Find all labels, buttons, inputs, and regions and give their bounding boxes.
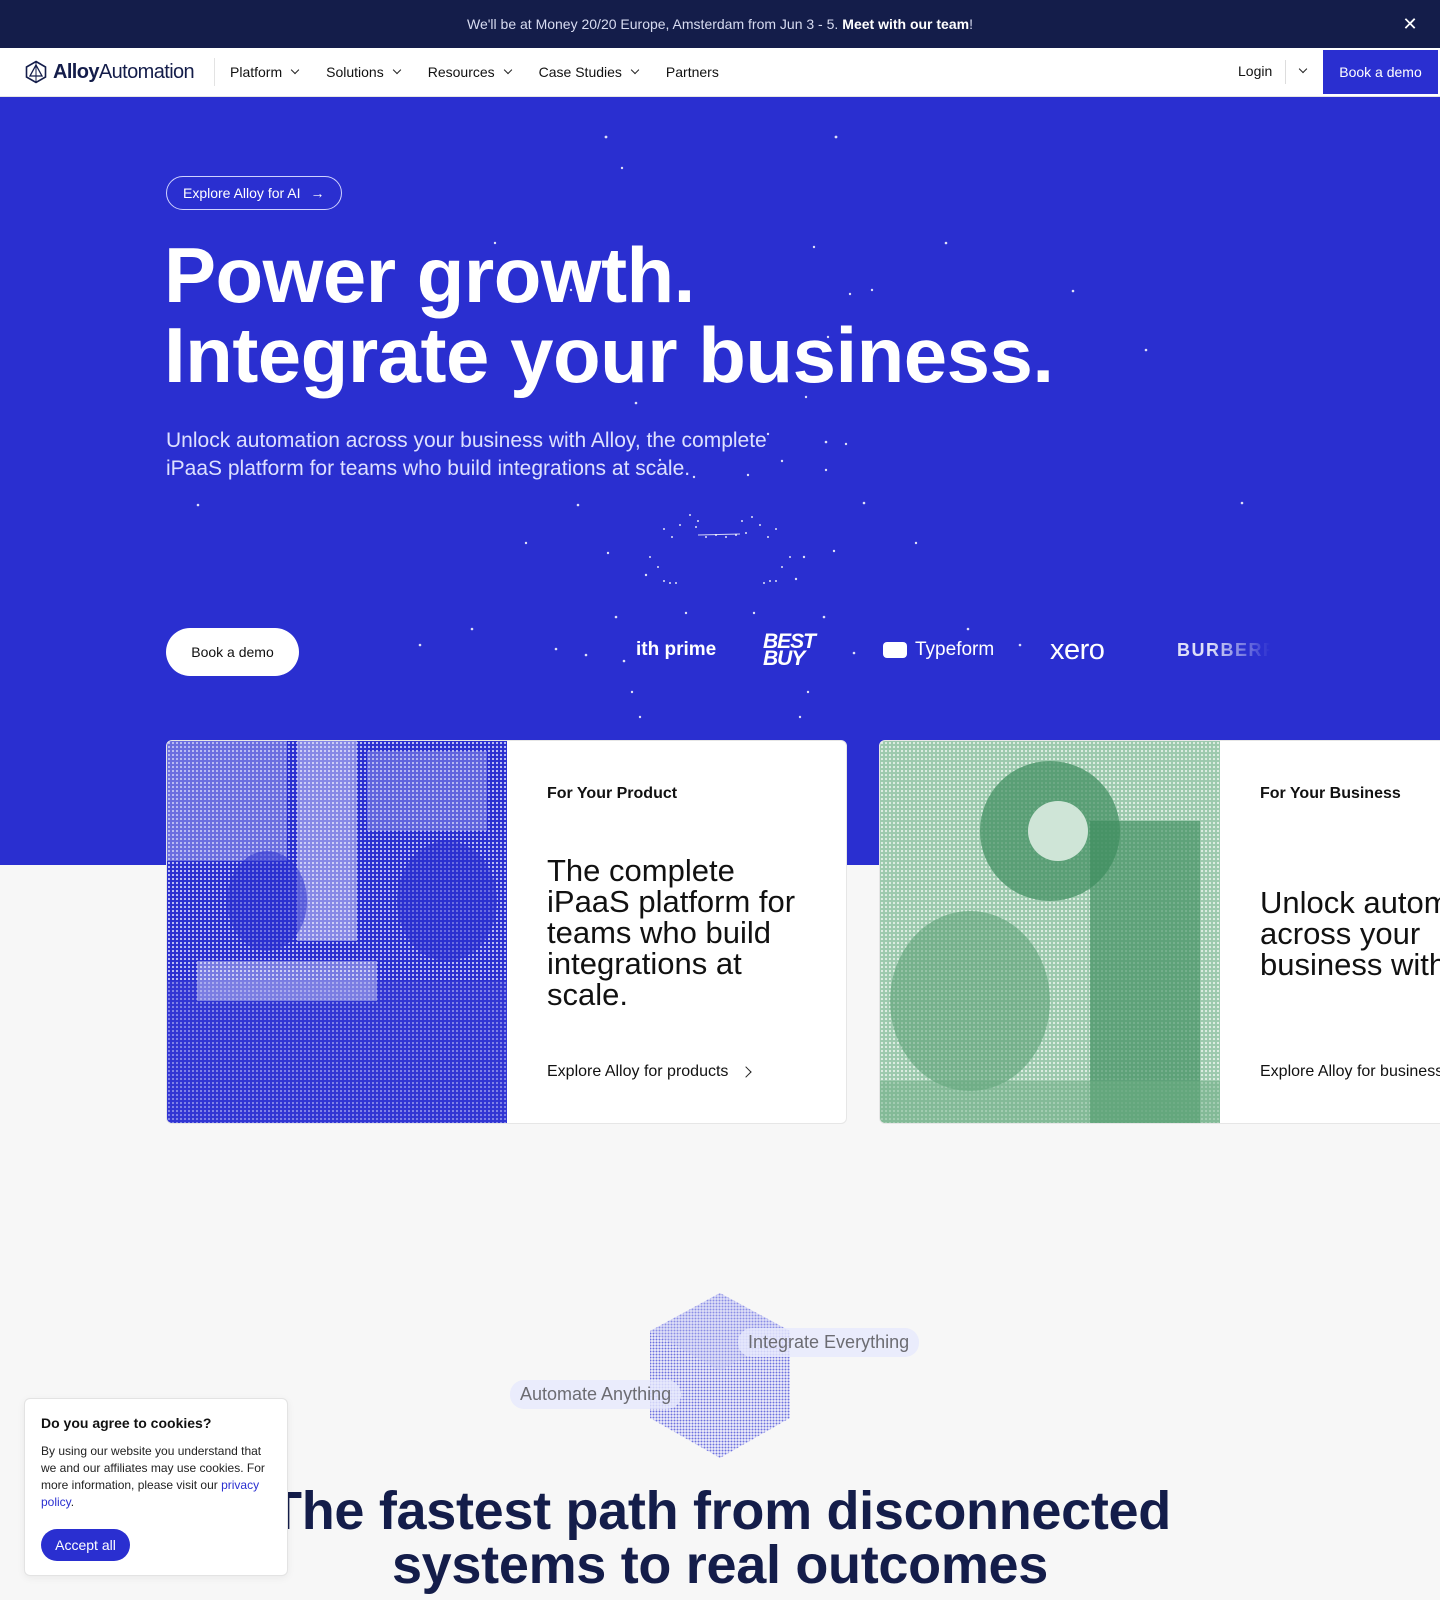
- cookie-title: Do you agree to cookies?: [41, 1415, 212, 1431]
- logo-text: AlloyAutomation: [53, 60, 195, 83]
- business-card[interactable]: For Your Business Unlock automation acro…: [879, 740, 1440, 1124]
- typeform-logo: Typeform: [883, 625, 994, 675]
- logo[interactable]: AlloyAutomation: [24, 59, 195, 85]
- business-card-image: [880, 741, 1220, 1123]
- nav-item-case-studies[interactable]: Case Studies: [539, 64, 640, 80]
- explore-business-link[interactable]: Explore Alloy for business: [1260, 1063, 1440, 1081]
- explore-ai-pill[interactable]: Explore Alloy for AI →: [166, 176, 342, 210]
- nav-menu: Platform Solutions Resources Case Studie…: [230, 48, 747, 96]
- xero-logo: xero: [1050, 633, 1105, 666]
- hero-title-line1: Power growth.: [164, 231, 695, 319]
- nav-divider: [1285, 60, 1286, 84]
- nav-item-resources[interactable]: Resources: [428, 64, 512, 80]
- logos-fade: [1210, 625, 1270, 675]
- customer-logos: ith prime BESTBUY Typeform xero BURBERRY: [630, 625, 1270, 675]
- chevron-down-icon: [290, 65, 300, 75]
- business-card-title: Unlock automation across your business w…: [1260, 885, 1440, 982]
- book-demo-nav-button[interactable]: Book a demo: [1323, 50, 1438, 94]
- chevron-right-icon: [740, 1066, 753, 1078]
- integration-cube-graphic: [650, 1293, 790, 1458]
- nav-item-platform[interactable]: Platform: [230, 64, 300, 80]
- close-icon[interactable]: ✕: [1400, 14, 1420, 34]
- bestbuy-logo: BEST BUY: [763, 630, 816, 670]
- prime-logo: ith prime: [636, 639, 717, 660]
- nav-item-partners[interactable]: Partners: [666, 64, 719, 80]
- book-demo-hero-button[interactable]: Book a demo: [166, 628, 299, 676]
- business-card-eyebrow: For Your Business: [1260, 785, 1401, 802]
- announcement-suffix: !: [969, 16, 973, 32]
- chevron-down-icon: [503, 65, 512, 75]
- hero-title: Power growth. Integrate your business.: [164, 235, 1164, 395]
- top-nav: AlloyAutomation Platform Solutions Resou…: [0, 48, 1440, 97]
- announcement-bar: We'll be at Money 20/20 Europe, Amsterda…: [0, 0, 1440, 48]
- arrow-right-icon: →: [310, 185, 325, 201]
- explore-products-link[interactable]: Explore Alloy for products: [547, 1063, 753, 1081]
- cookie-body: By using our website you understand that…: [41, 1444, 265, 1509]
- announcement-text: We'll be at Money 20/20 Europe, Amsterda…: [467, 16, 839, 32]
- nav-divider: [214, 58, 215, 86]
- automate-anything-label: Automate Anything: [510, 1380, 682, 1409]
- hero-title-line2: Integrate your business.: [164, 311, 1054, 399]
- nav-item-solutions[interactable]: Solutions: [326, 64, 401, 80]
- typeform-icon: [883, 642, 907, 658]
- chevron-down-icon: [630, 65, 640, 75]
- product-card-title: The complete iPaaS platform for teams wh…: [547, 853, 796, 1012]
- alloy-logo-icon: [25, 60, 47, 84]
- announcement-link[interactable]: Meet with our team: [842, 16, 969, 32]
- accept-cookies-button[interactable]: Accept all: [41, 1529, 130, 1561]
- hero-subtitle: Unlock automation across your business w…: [166, 429, 767, 480]
- product-card-eyebrow: For Your Product: [547, 785, 678, 802]
- login-link[interactable]: Login: [1238, 63, 1272, 79]
- chevron-down-icon: [392, 65, 401, 75]
- product-card-image: [167, 741, 507, 1123]
- chevron-down-icon[interactable]: [1297, 64, 1309, 77]
- product-card[interactable]: For Your Product The complete iPaaS plat…: [166, 740, 847, 1124]
- integrate-everything-label: Integrate Everything: [738, 1328, 920, 1357]
- cookie-banner: Do you agree to cookies? By using our we…: [24, 1398, 288, 1576]
